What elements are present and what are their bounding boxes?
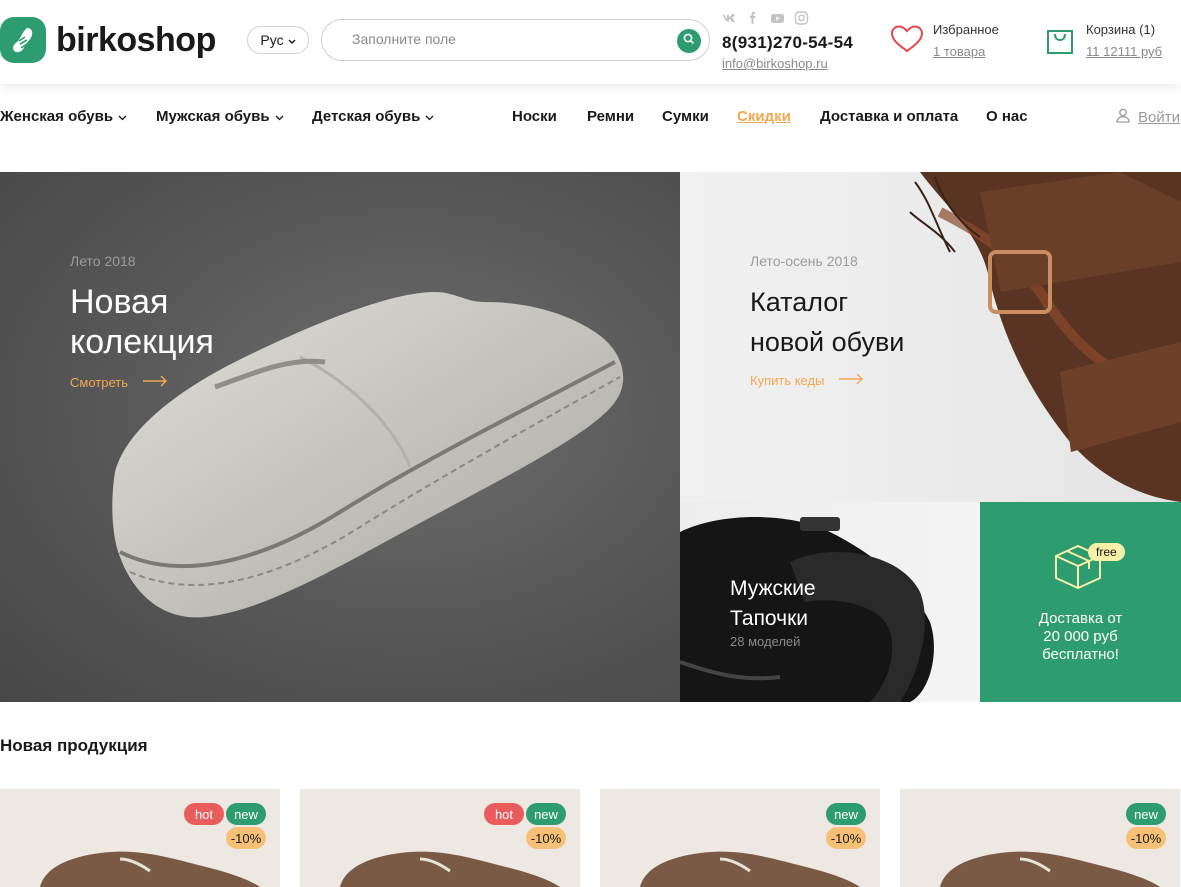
product-card[interactable]: new -10%	[900, 789, 1180, 887]
hero-cta-label: Купить кеды	[750, 373, 825, 388]
hero-title-line-1: Новая	[70, 283, 169, 321]
search-input[interactable]	[352, 31, 652, 47]
login-link[interactable]: Войти	[1116, 108, 1180, 127]
new-products-title: Новая продукция	[0, 736, 148, 755]
discount-badge: -10%	[526, 827, 566, 849]
new-badge: new	[1126, 803, 1166, 825]
nav-about[interactable]: О нас	[986, 108, 1028, 125]
nav-kids-shoes[interactable]: Детская обувь	[312, 108, 434, 125]
slipper-image	[680, 517, 934, 702]
nav-delivery[interactable]: Доставка и оплата	[820, 108, 958, 125]
chevron-down-icon	[118, 108, 127, 125]
hero-title-line-2: новой обуви	[750, 327, 905, 357]
arrow-right-icon	[838, 373, 864, 388]
new-badge: new	[826, 803, 866, 825]
logo[interactable]: birkoshop	[0, 17, 216, 63]
nav-socks[interactable]: Носки	[512, 108, 557, 125]
hero-cta-link[interactable]: Смотреть	[70, 375, 168, 390]
heart-icon	[890, 24, 924, 59]
tile-free-delivery[interactable]: free Доставка от 20 000 руб бесплатно!	[980, 502, 1181, 702]
nav-men-shoes[interactable]: Мужская обувь	[156, 108, 284, 125]
search-button[interactable]	[677, 29, 701, 53]
hot-badge: hot	[184, 803, 224, 825]
vk-icon[interactable]	[722, 11, 737, 25]
facebook-icon[interactable]	[746, 11, 761, 25]
phone-number[interactable]: 8(931)270-54-54	[722, 33, 853, 53]
favorites-label: Избранное	[933, 22, 999, 37]
shopping-bag-icon	[1045, 25, 1075, 60]
product-card[interactable]: new -10%	[600, 789, 880, 887]
social-links	[722, 11, 809, 25]
nav-label: Детская обувь	[312, 108, 421, 125]
cart-label: Корзина (1)	[1086, 22, 1156, 37]
login-label: Войти	[1138, 109, 1180, 126]
nav-women-shoes[interactable]: Женская обувь	[0, 108, 127, 125]
product-card[interactable]: hot new -10%	[0, 789, 280, 887]
tile-title-line-1: Мужские	[730, 577, 816, 600]
tile-title-line-2: Тапочки	[730, 607, 809, 630]
hero-banner-catalog[interactable]: Лето-осень 2018 Каталог новой обуви Купи…	[680, 172, 1181, 502]
hero-cta-link[interactable]: Купить кеды	[750, 373, 864, 388]
language-label: Рус	[260, 32, 284, 48]
free-badge: free	[1088, 543, 1125, 561]
chevron-down-icon	[275, 108, 284, 125]
nav-label: Мужская обувь	[156, 108, 270, 125]
email-link[interactable]: info@birkoshop.ru	[722, 56, 828, 71]
discount-badge: -10%	[1126, 827, 1166, 849]
logo-text: birkoshop	[56, 20, 216, 59]
arrow-right-icon	[142, 375, 168, 390]
nav-bags[interactable]: Сумки	[662, 108, 709, 125]
favorites-count[interactable]: 1 товара	[933, 44, 985, 59]
nav-belts[interactable]: Ремни	[587, 108, 634, 125]
tile-men-slippers[interactable]: Мужские Тапочки 28 моделей	[680, 502, 980, 702]
discount-badge: -10%	[226, 827, 266, 849]
chevron-down-icon	[425, 108, 434, 125]
hero-cta-label: Смотреть	[70, 375, 128, 390]
hero-title-line-2: колекция	[70, 323, 214, 361]
search-box	[321, 19, 710, 61]
hero-banner-new-collection[interactable]: Лето 2018 Новая колекция Смотреть	[0, 172, 680, 702]
new-badge: new	[226, 803, 266, 825]
language-select[interactable]: Рус	[247, 26, 309, 54]
delivery-line-1: Доставка от	[1038, 610, 1123, 627]
product-card[interactable]: hot new -10%	[300, 789, 580, 887]
site-header: birkoshop Рус 8(931)270-54-54 info@birko…	[0, 0, 1181, 84]
shoe-image	[112, 292, 624, 618]
delivery-line-2: 20 000 руб	[1043, 628, 1118, 645]
footprint-logo-icon	[0, 17, 46, 63]
youtube-icon[interactable]	[770, 11, 785, 25]
cart-total[interactable]: 11 12111 руб	[1086, 44, 1162, 59]
new-badge: new	[526, 803, 566, 825]
tile-model-count: 28 моделей	[730, 634, 801, 649]
delivery-line-3: бесплатно!	[1042, 646, 1119, 663]
nav-sale[interactable]: Скидки	[737, 108, 791, 125]
hero-title-line-1: Каталог	[750, 287, 849, 317]
hero-eyebrow: Лето 2018	[70, 253, 136, 269]
discount-badge: -10%	[826, 827, 866, 849]
search-icon	[683, 32, 695, 50]
user-icon	[1116, 108, 1130, 127]
hero-eyebrow: Лето-осень 2018	[750, 253, 858, 269]
nav-label: Женская обувь	[0, 108, 114, 125]
hot-badge: hot	[484, 803, 524, 825]
chevron-down-icon	[288, 32, 296, 48]
instagram-icon[interactable]	[794, 11, 809, 25]
